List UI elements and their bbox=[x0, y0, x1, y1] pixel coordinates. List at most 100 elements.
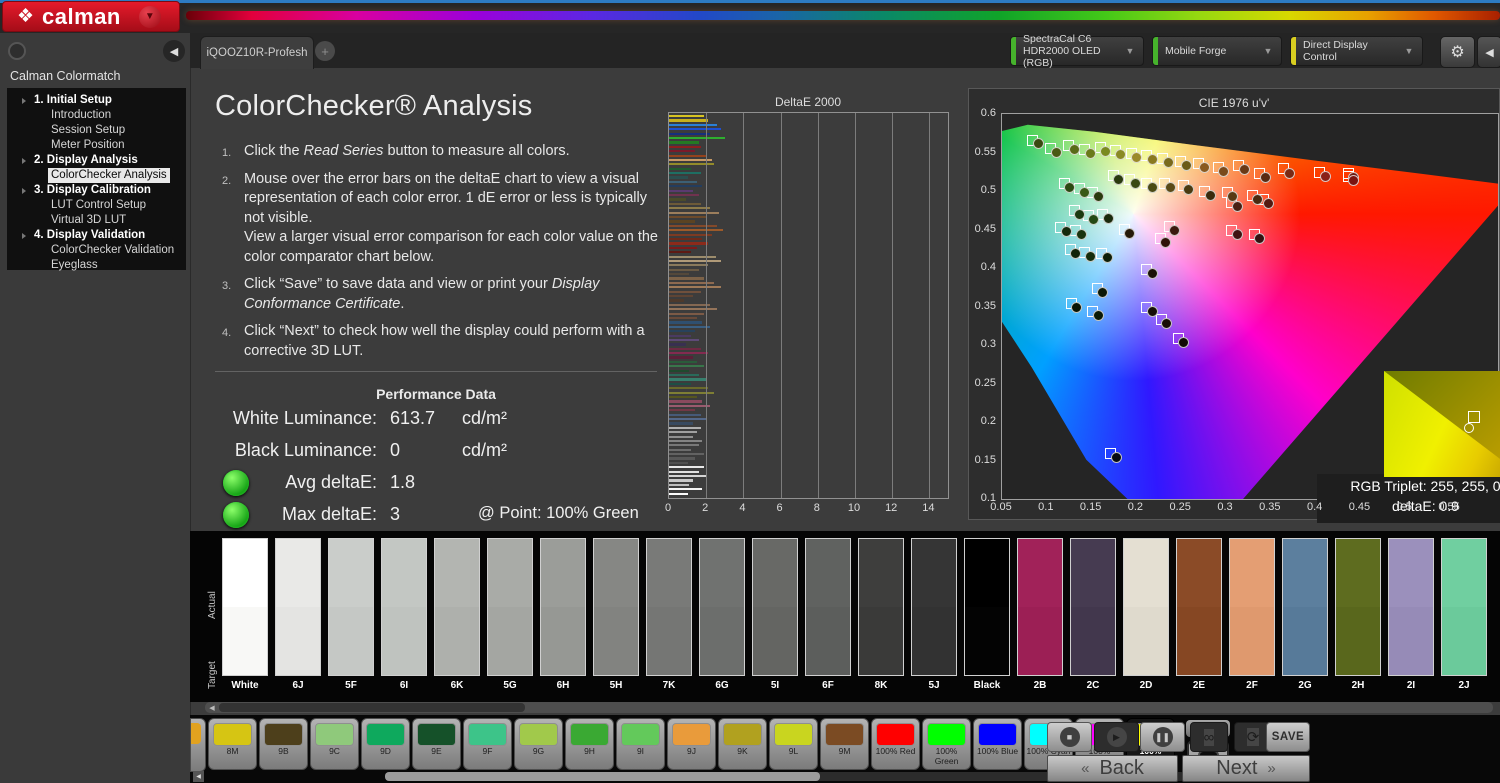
deltae-bar[interactable] bbox=[669, 453, 704, 455]
pattern-thumb-9h[interactable]: 9H bbox=[565, 718, 614, 770]
deltae-bar[interactable] bbox=[669, 198, 686, 200]
settings-gear-button[interactable]: ⚙ bbox=[1440, 36, 1475, 68]
deltae-bar[interactable] bbox=[669, 352, 708, 354]
deltae-bar[interactable] bbox=[669, 330, 695, 332]
measured-point[interactable] bbox=[1252, 194, 1263, 205]
comparator-swatch-6k[interactable]: 6K bbox=[434, 538, 480, 691]
measured-point[interactable] bbox=[1147, 154, 1158, 165]
comparator-swatch-5h[interactable]: 5H bbox=[593, 538, 639, 691]
measured-point[interactable] bbox=[1102, 252, 1113, 263]
nav-item-session-setup[interactable]: Session Setup bbox=[7, 123, 186, 138]
deltae-bar[interactable] bbox=[669, 128, 721, 130]
measured-point[interactable] bbox=[1070, 248, 1081, 259]
deltae-bar[interactable] bbox=[669, 155, 706, 157]
deltae-plot-area[interactable] bbox=[668, 112, 949, 499]
measured-point[interactable] bbox=[1093, 191, 1104, 202]
cie-plot-area[interactable]: RGB Triplet: 255, 255, 0 deltaE: 0.9 bbox=[1001, 113, 1499, 500]
deltae-bar[interactable] bbox=[669, 299, 684, 301]
measured-point[interactable] bbox=[1178, 337, 1189, 348]
comparator-swatch-black[interactable]: Black bbox=[964, 538, 1010, 691]
deltae-bar[interactable] bbox=[669, 291, 701, 293]
deltae-bar[interactable] bbox=[669, 168, 691, 170]
comparator-swatch-2g[interactable]: 2G bbox=[1282, 538, 1328, 691]
comparator-swatch-6i[interactable]: 6I bbox=[381, 538, 427, 691]
pattern-thumb-9k[interactable]: 9K bbox=[718, 718, 767, 770]
pattern-thumb-100-green[interactable]: 100% Green bbox=[922, 718, 971, 770]
comparator-swatch-white[interactable]: White bbox=[222, 538, 268, 691]
measured-point[interactable] bbox=[1263, 198, 1274, 209]
pattern-thumb-clipped[interactable] bbox=[190, 718, 206, 772]
measured-point[interactable] bbox=[1183, 184, 1194, 195]
nav-item-colorchecker-analysis[interactable]: ColorChecker Analysis bbox=[7, 168, 186, 183]
measured-point[interactable] bbox=[1085, 148, 1096, 159]
measured-point[interactable] bbox=[1130, 178, 1141, 189]
play-button[interactable]: ▶ bbox=[1094, 722, 1139, 752]
comparator-swatch-2i[interactable]: 2I bbox=[1388, 538, 1434, 691]
nav-item-meter-position[interactable]: Meter Position bbox=[7, 138, 186, 153]
deltae-bar[interactable] bbox=[669, 115, 704, 117]
deltae-bar[interactable] bbox=[669, 308, 717, 310]
deltae-bar[interactable] bbox=[669, 181, 697, 183]
deltae-bar[interactable] bbox=[669, 387, 708, 389]
pattern-thumb-100-red[interactable]: 100% Red bbox=[871, 718, 920, 770]
deltae-bar[interactable] bbox=[669, 422, 693, 424]
deltae-bar[interactable] bbox=[669, 141, 699, 143]
deltae-bar[interactable] bbox=[669, 365, 704, 367]
deltae-bar[interactable] bbox=[669, 479, 693, 481]
measured-point[interactable] bbox=[1160, 237, 1171, 248]
deltae-bar[interactable] bbox=[669, 124, 717, 126]
deltae-bar[interactable] bbox=[669, 317, 697, 319]
pattern-thumb-9m[interactable]: 9M bbox=[820, 718, 869, 770]
logo-menu-chevron-icon[interactable]: ▼ bbox=[139, 6, 161, 28]
source-dropdown[interactable]: Mobile Forge ▼ bbox=[1152, 36, 1282, 66]
measured-point[interactable] bbox=[1163, 157, 1174, 168]
tab-active[interactable]: iQOOZ10R-Profesh bbox=[200, 36, 314, 69]
measured-point[interactable] bbox=[1147, 182, 1158, 193]
save-button[interactable]: SAVE bbox=[1266, 722, 1310, 752]
measured-point[interactable] bbox=[1088, 214, 1099, 225]
deltae-bar[interactable] bbox=[669, 220, 695, 222]
deltae-bar[interactable] bbox=[669, 475, 706, 477]
strip-scroll-left-icon[interactable]: ◀ bbox=[193, 771, 204, 782]
comparator-swatch-5j[interactable]: 5J bbox=[911, 538, 957, 691]
measured-point[interactable] bbox=[1239, 164, 1250, 175]
deltae-bar[interactable] bbox=[669, 440, 702, 442]
deltae-bar[interactable] bbox=[669, 172, 701, 174]
deltae-bar[interactable] bbox=[669, 295, 693, 297]
pattern-thumb-100-blue[interactable]: 100% Blue bbox=[973, 718, 1022, 770]
measured-point[interactable] bbox=[1100, 146, 1111, 157]
deltae-bar[interactable] bbox=[669, 229, 723, 231]
comparator-swatch-8k[interactable]: 8K bbox=[858, 538, 904, 691]
nav-section-1[interactable]: 1. Initial Setup bbox=[7, 93, 186, 108]
deltae-bar[interactable] bbox=[669, 207, 710, 209]
nav-item-virtual-3d-lut[interactable]: Virtual 3D LUT bbox=[7, 213, 186, 228]
measured-point[interactable] bbox=[1232, 229, 1243, 240]
comparator-swatch-2j[interactable]: 2J bbox=[1441, 538, 1487, 691]
comparator-swatch-6g[interactable]: 6G bbox=[699, 538, 745, 691]
nav-item-eyeglass[interactable]: Eyeglass bbox=[7, 258, 186, 273]
measured-point[interactable] bbox=[1033, 138, 1044, 149]
stop-button[interactable]: ■ bbox=[1047, 722, 1092, 752]
pattern-thumb-9c[interactable]: 9C bbox=[310, 718, 359, 770]
deltae-bar[interactable] bbox=[669, 269, 699, 271]
deltae-bar[interactable] bbox=[669, 194, 699, 196]
measured-point[interactable] bbox=[1124, 228, 1135, 239]
comparator-swatch-2h[interactable]: 2H bbox=[1335, 538, 1381, 691]
deltae-bar[interactable] bbox=[669, 212, 719, 214]
deltae-bar[interactable] bbox=[669, 247, 697, 249]
measured-point[interactable] bbox=[1260, 172, 1271, 183]
deltae-bar[interactable] bbox=[669, 339, 699, 341]
back-button[interactable]: « Back bbox=[1047, 755, 1178, 782]
deltae-bar[interactable] bbox=[669, 383, 691, 385]
deltae-bar[interactable] bbox=[669, 449, 691, 451]
pattern-thumb-9d[interactable]: 9D bbox=[361, 718, 410, 770]
measured-point[interactable] bbox=[1181, 160, 1192, 171]
measured-point[interactable] bbox=[1061, 226, 1072, 237]
pattern-thumb-9j[interactable]: 9J bbox=[667, 718, 716, 770]
comparator-scroll-thumb[interactable] bbox=[219, 703, 525, 712]
deltae-bar[interactable] bbox=[669, 348, 701, 350]
comparator-swatch-7k[interactable]: 7K bbox=[646, 538, 692, 691]
deltae-bar[interactable] bbox=[669, 343, 686, 345]
deltae-bar[interactable] bbox=[669, 466, 704, 468]
measured-point[interactable] bbox=[1113, 174, 1124, 185]
